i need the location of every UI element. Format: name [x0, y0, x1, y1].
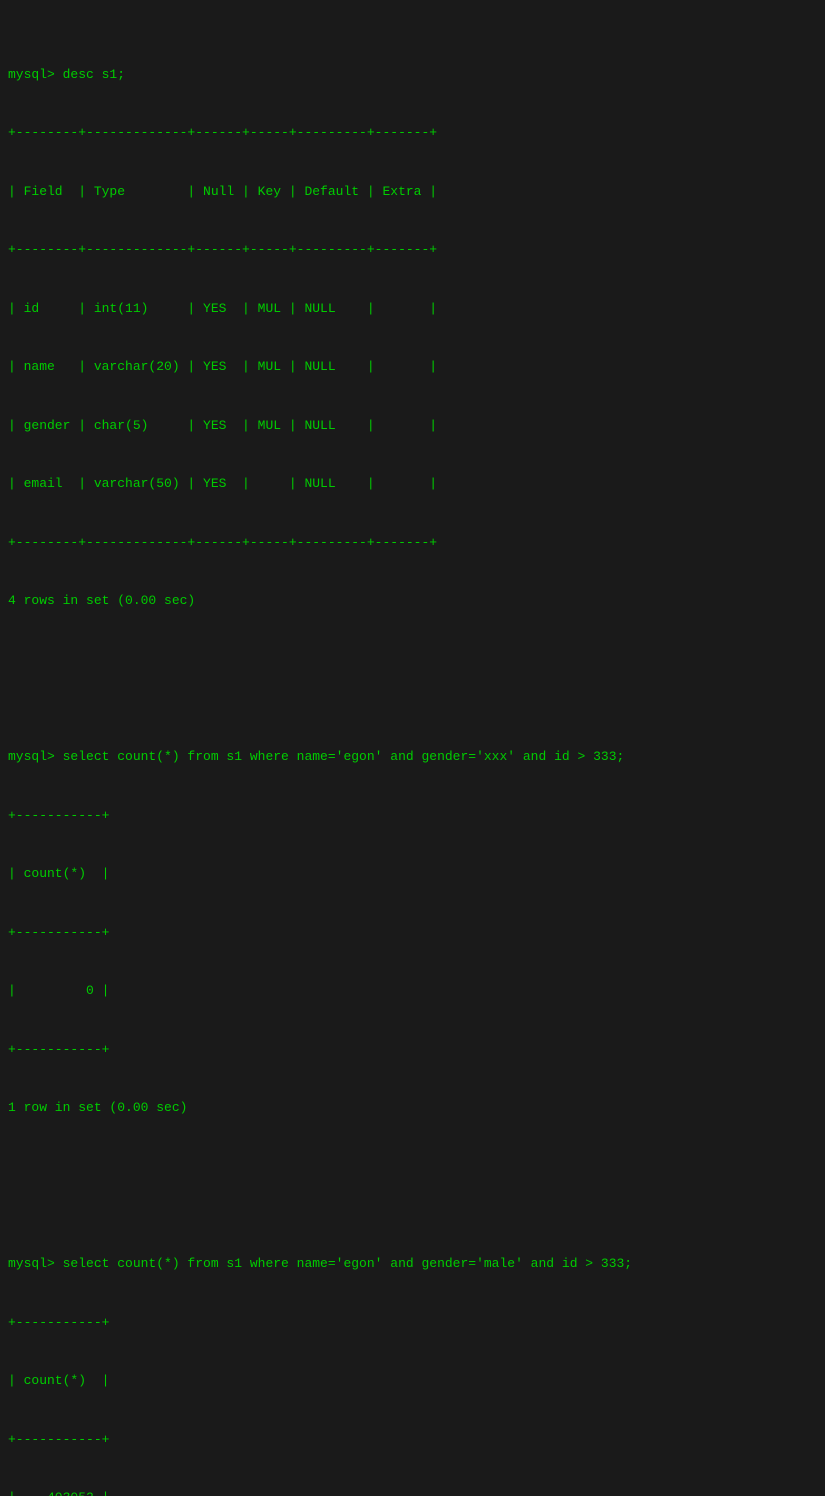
line-desc: mysql> desc s1; [8, 65, 817, 85]
line-border1: +--------+-------------+------+-----+---… [8, 123, 817, 143]
terminal-window: mysql> desc s1; +--------+-------------+… [0, 0, 825, 1496]
line-rows2: 1 row in set (0.00 sec) [8, 1098, 817, 1118]
line-border4: +-----------+ [8, 806, 817, 826]
line-header: | Field | Type | Null | Key | Default | … [8, 182, 817, 202]
line-border6: +-----------+ [8, 1040, 817, 1060]
line-border3: +--------+-------------+------+-----+---… [8, 533, 817, 553]
line-id: | id | int(11) | YES | MUL | NULL | | [8, 299, 817, 319]
line-border2: +--------+-------------+------+-----+---… [8, 240, 817, 260]
line-count-val2: | 403052 | [8, 1488, 817, 1496]
line-border5: +-----------+ [8, 923, 817, 943]
line-border7: +-----------+ [8, 1313, 817, 1333]
line-border8: +-----------+ [8, 1430, 817, 1450]
line-blank1 [8, 650, 817, 670]
line-name: | name | varchar(20) | YES | MUL | NULL … [8, 357, 817, 377]
line-email: | email | varchar(50) | YES | | NULL | | [8, 474, 817, 494]
line-count-hdr2: | count(*) | [8, 1371, 817, 1391]
line-gender: | gender | char(5) | YES | MUL | NULL | … [8, 416, 817, 436]
line-select1: mysql> select count(*) from s1 where nam… [8, 747, 817, 767]
line-blank2 [8, 1157, 817, 1177]
line-select2: mysql> select count(*) from s1 where nam… [8, 1254, 817, 1274]
line-count-hdr1: | count(*) | [8, 864, 817, 884]
line-rows1: 4 rows in set (0.00 sec) [8, 591, 817, 611]
line-count-val1: | 0 | [8, 981, 817, 1001]
